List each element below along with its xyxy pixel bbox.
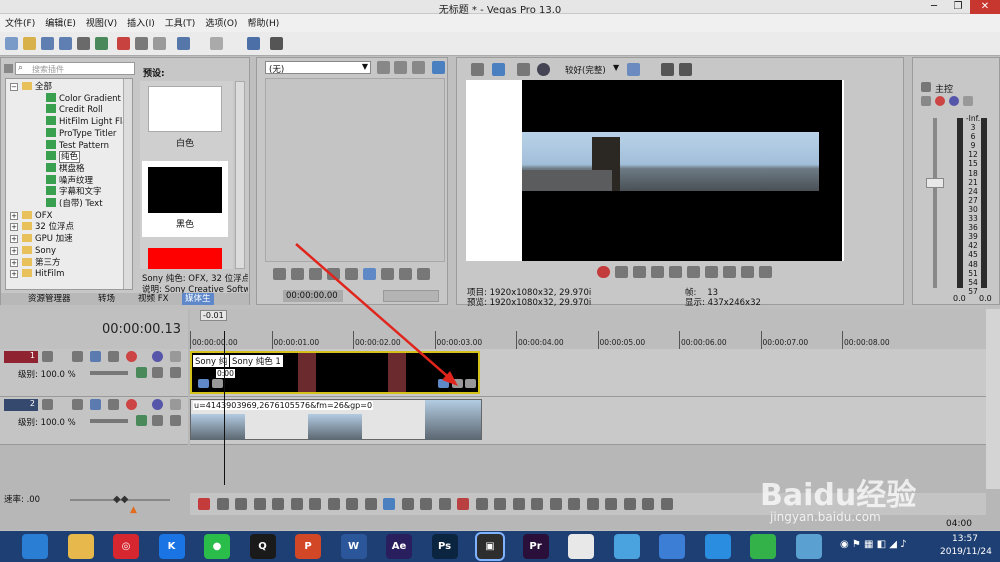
arrow-shaft [295,243,455,383]
windows-taskbar: ◎ K ● Q P W Ae Ps ▣ Pr ◉ ⚑ ▦ ◧ ◢ ♪ 13:57 2019/11/… [0,531,1000,562]
clock-date[interactable]: 2019/11/24 [940,547,992,557]
notes-app-icon[interactable] [795,534,822,559]
vegas-icon[interactable]: ▣ [475,532,505,561]
photoshop-icon[interactable]: Ps [431,534,458,559]
premiere-icon[interactable]: Pr [522,534,549,559]
file-explorer-icon[interactable] [67,534,94,559]
qq-icon[interactable]: Q [249,534,276,559]
watermark-brand: Baidu经验 [760,478,917,513]
netease-music-icon[interactable]: ◎ [113,534,139,559]
color-app-icon[interactable] [568,534,594,559]
browser-app-icon[interactable] [22,534,48,559]
mail-app-icon[interactable] [659,534,685,559]
kugou-icon[interactable]: K [158,534,185,559]
tray-icons[interactable]: ◉ ⚑ ▦ ◧ ◢ ♪ [840,539,907,550]
clock-time[interactable]: 13:57 [940,534,990,544]
watermark-url: jingyan.baidu.com [770,510,881,524]
wechat-icon[interactable]: ● [204,534,230,559]
after-effects-icon[interactable]: Ae [386,534,412,559]
chat-app-icon[interactable] [613,534,640,559]
upload-app-icon[interactable] [750,534,776,559]
powerpoint-icon[interactable]: P [295,534,321,559]
word-icon[interactable]: W [340,534,367,559]
cloud-app-icon[interactable] [704,534,731,559]
